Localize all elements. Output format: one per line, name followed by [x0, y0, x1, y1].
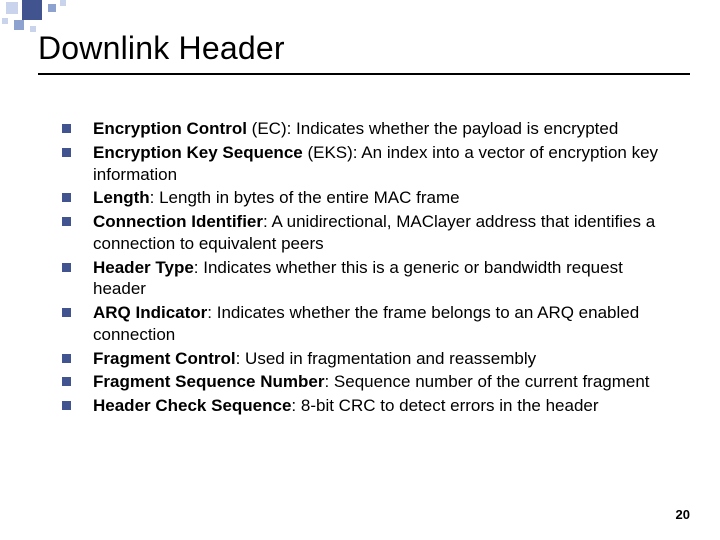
list-item-text: Fragment Sequence Number: Sequence numbe… — [93, 371, 680, 393]
title-block: Downlink Header — [38, 30, 690, 75]
bullet-icon — [62, 263, 71, 272]
bullet-icon — [62, 217, 71, 226]
list-item-text: ARQ Indicator: Indicates whether the fra… — [93, 302, 680, 346]
list-item: ARQ Indicator: Indicates whether the fra… — [60, 302, 680, 346]
list-item: Fragment Control: Used in fragmentation … — [60, 348, 680, 370]
bullet-icon — [62, 193, 71, 202]
page-number: 20 — [676, 507, 690, 522]
list-item-text: Header Type: Indicates whether this is a… — [93, 257, 680, 301]
list-item-text: Encryption Control (EC): Indicates wheth… — [93, 118, 680, 140]
title-rule — [38, 73, 690, 75]
list-item-text: Encryption Key Sequence (EKS): An index … — [93, 142, 680, 186]
slide-title: Downlink Header — [38, 30, 690, 67]
list-item-text: Fragment Control: Used in fragmentation … — [93, 348, 680, 370]
list-item-text: Length: Length in bytes of the entire MA… — [93, 187, 680, 209]
bullet-icon — [62, 308, 71, 317]
list-item: Length: Length in bytes of the entire MA… — [60, 187, 680, 209]
list-item: Encryption Key Sequence (EKS): An index … — [60, 142, 680, 186]
list-item: Header Type: Indicates whether this is a… — [60, 257, 680, 301]
list-item: Header Check Sequence: 8-bit CRC to dete… — [60, 395, 680, 417]
list-item: Encryption Control (EC): Indicates wheth… — [60, 118, 680, 140]
bullet-icon — [62, 354, 71, 363]
bullet-icon — [62, 377, 71, 386]
list-item-text: Header Check Sequence: 8-bit CRC to dete… — [93, 395, 680, 417]
bullet-icon — [62, 148, 71, 157]
list-item: Fragment Sequence Number: Sequence numbe… — [60, 371, 680, 393]
bullet-icon — [62, 401, 71, 410]
bullet-list: Encryption Control (EC): Indicates wheth… — [60, 118, 680, 419]
bullet-icon — [62, 124, 71, 133]
list-item: Connection Identifier: A unidirectional,… — [60, 211, 680, 255]
list-item-text: Connection Identifier: A unidirectional,… — [93, 211, 680, 255]
